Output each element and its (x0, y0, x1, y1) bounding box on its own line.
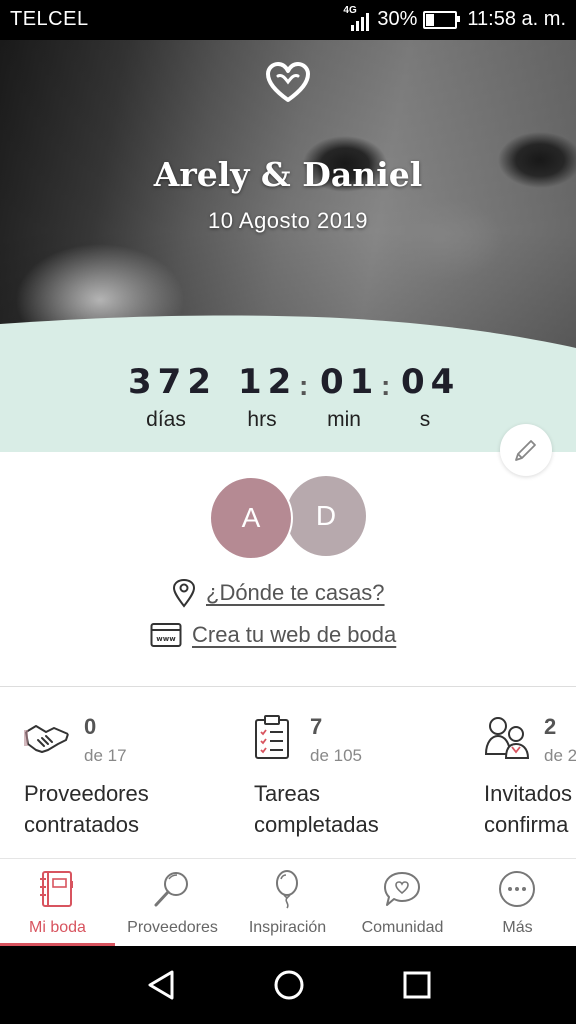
edit-wedding-button[interactable] (500, 424, 552, 476)
couple-names: Arely & Daniel (153, 155, 423, 194)
back-icon[interactable] (144, 968, 178, 1002)
balloon-icon (276, 870, 298, 909)
nav-inspiracion[interactable]: Inspiración (230, 859, 345, 947)
more-icon (499, 871, 535, 907)
hours-label: hrs (247, 408, 277, 431)
stat-label-line2: confirma (484, 812, 569, 837)
notebook-icon (40, 871, 73, 907)
location-pin-icon (172, 578, 196, 608)
signal-icon: 4G (343, 5, 371, 31)
nav-mas[interactable]: Más (460, 859, 575, 947)
svg-text:www: www (156, 635, 176, 643)
status-indicators: 4G 30% 11:58 a. m. (343, 5, 566, 31)
system-navigation-bar (0, 946, 576, 1024)
countdown-days: 372 (128, 362, 217, 402)
stat-guests[interactable]: 2 de 2 Invitados confirma (484, 712, 576, 852)
status-bar: TELCEL 4G 30% 11:58 a. m. (0, 0, 576, 40)
nav-comunidad[interactable]: Comunidad (345, 859, 460, 947)
nav-label: Proveedores (127, 919, 218, 936)
countdown-hours: 12 (238, 362, 298, 402)
section-divider (0, 686, 576, 687)
countdown-separator: : (381, 370, 391, 401)
stat-label-line1: Tareas (254, 781, 321, 806)
nav-label: Más (502, 919, 533, 936)
recents-icon[interactable] (400, 968, 434, 1002)
website-icon: www (150, 623, 182, 647)
partner1-avatar[interactable]: A (209, 476, 293, 560)
stat-label-line2: contratados (24, 812, 139, 837)
create-web-label: Crea tu web de boda (192, 622, 397, 647)
clock: 11:58 a. m. (467, 8, 566, 30)
checklist-icon (255, 715, 289, 759)
guests-icon (484, 717, 530, 759)
stat-value: 2 (544, 714, 557, 739)
handshake-icon (24, 725, 69, 753)
bottom-navigation: Mi boda Proveedores Inspiración Comunida… (0, 858, 576, 947)
stat-label-line1: Invitados (484, 781, 573, 806)
battery-percent: 30% (377, 8, 418, 30)
countdown-separator: : (299, 370, 309, 401)
where-wedding-label: ¿Dónde te casas? (206, 580, 385, 605)
stat-total: de 2 (544, 746, 576, 765)
nav-label: Comunidad (361, 919, 444, 936)
wedding-date: 10 Agosto 2019 (208, 208, 368, 233)
nav-label: Mi boda (29, 919, 86, 936)
heart-logo-icon (266, 62, 310, 102)
stat-label-line2: completadas (254, 812, 379, 837)
nav-proveedores[interactable]: Proveedores (115, 859, 230, 947)
stat-value: 0 (84, 714, 97, 739)
seconds-label: s (419, 408, 431, 431)
create-web-link[interactable]: www Crea tu web de boda (150, 622, 396, 648)
magnifier-icon (154, 872, 188, 907)
countdown-timer: 372 12 : 01 : 04 días hrs min s (0, 362, 576, 442)
nav-mi-boda[interactable]: Mi boda (0, 859, 115, 947)
chat-heart-icon (384, 872, 420, 906)
stat-total: de 17 (84, 746, 127, 765)
nav-label: Inspiración (248, 919, 327, 936)
minutes-label: min (327, 408, 361, 431)
pencil-icon (515, 440, 536, 461)
days-label: días (146, 408, 186, 431)
carrier-name: TELCEL (10, 8, 89, 30)
countdown-minutes: 01 (320, 362, 380, 402)
partner2-avatar[interactable]: D (286, 476, 366, 556)
battery-icon (423, 10, 461, 29)
stat-value: 7 (310, 714, 323, 739)
home-icon[interactable] (272, 968, 306, 1002)
where-wedding-link[interactable]: ¿Dónde te casas? (172, 578, 385, 608)
countdown-seconds: 04 (401, 362, 461, 402)
stat-total: de 105 (310, 746, 362, 765)
stat-label-line1: Proveedores (24, 781, 149, 806)
